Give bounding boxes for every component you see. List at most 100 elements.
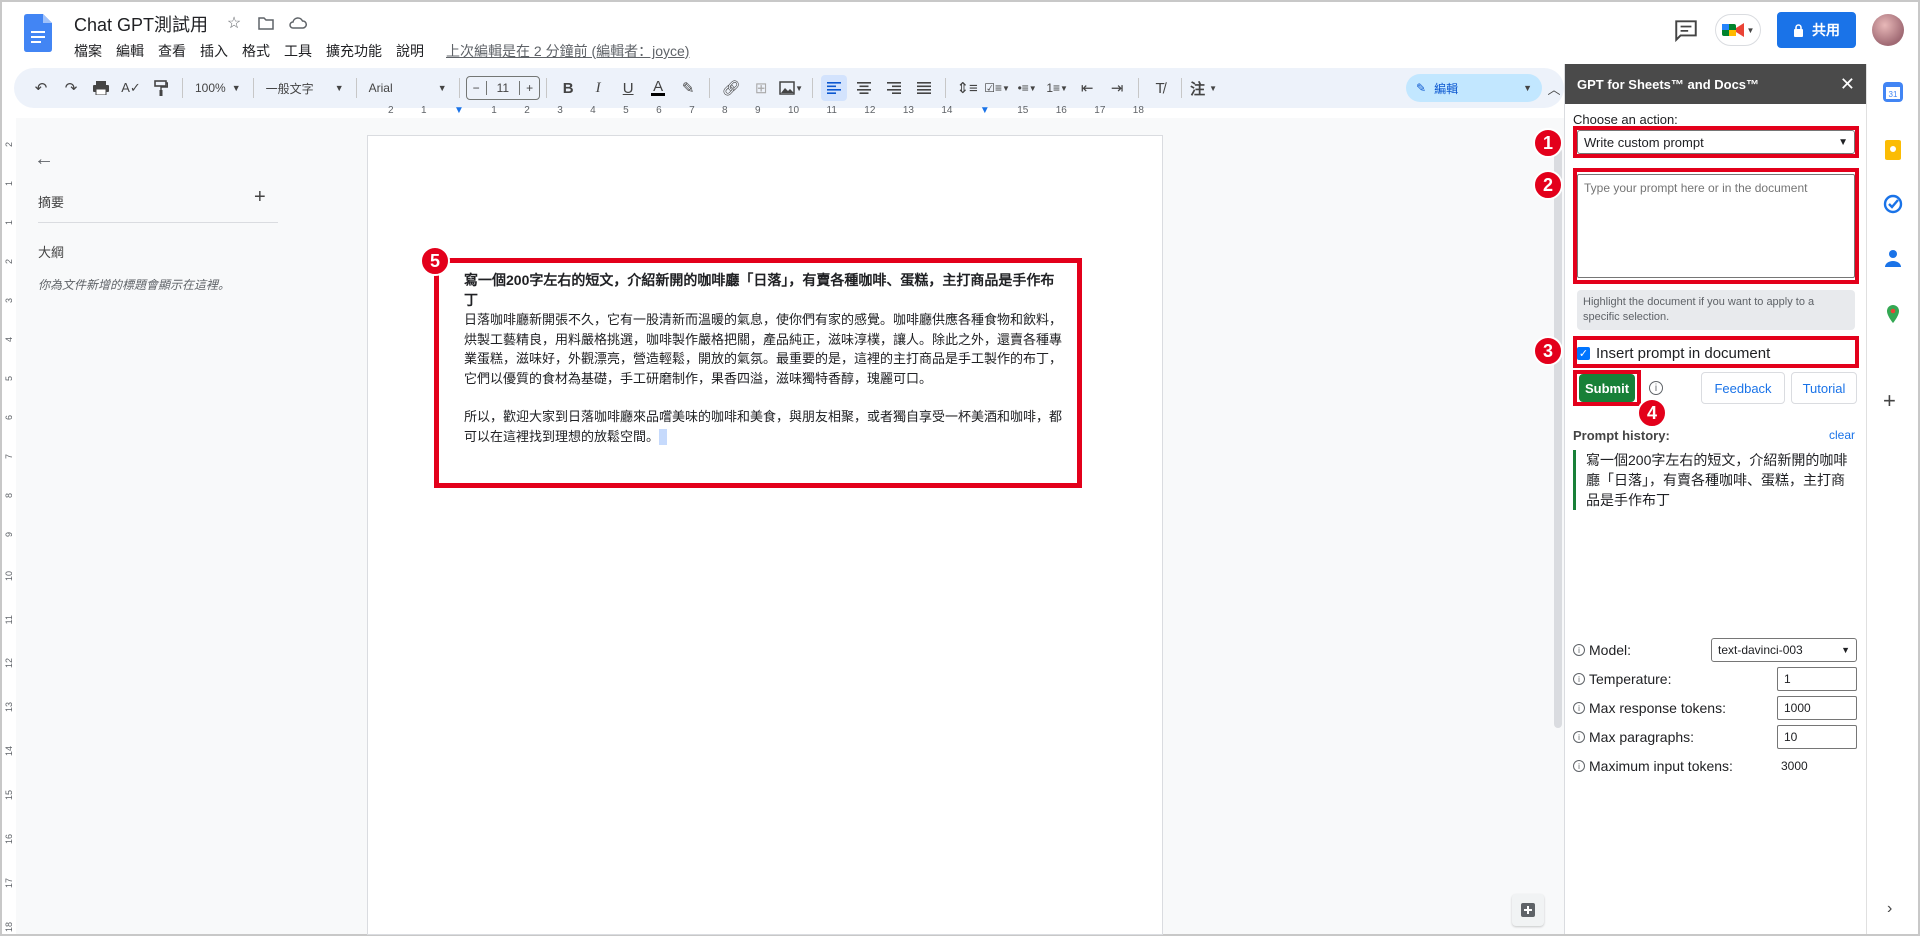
menu-extensions[interactable]: 擴充功能: [326, 41, 393, 61]
keep-icon[interactable]: [1883, 140, 1903, 160]
insert-link-icon[interactable]: 🔗︎: [718, 75, 744, 101]
feedback-button[interactable]: Feedback: [1701, 372, 1785, 404]
ruler-tick: 2: [4, 142, 14, 148]
menu-insert[interactable]: 插入: [200, 41, 239, 61]
ruler-tick: 4: [4, 336, 14, 342]
text-color-icon[interactable]: A: [645, 75, 671, 101]
font-select[interactable]: Arial ▼: [363, 81, 453, 95]
share-button[interactable]: 共用: [1777, 12, 1856, 48]
star-icon[interactable]: ☆: [224, 13, 244, 33]
prompt-history-item[interactable]: 寫一個200字左右的短文，介紹新開的咖啡廳「日落」，有賣各種咖啡、蛋糕，主打商品…: [1573, 450, 1857, 510]
menu-tools[interactable]: 工具: [284, 41, 323, 61]
info-icon[interactable]: i: [1573, 731, 1585, 743]
decrease-font-size-button[interactable]: −: [467, 81, 486, 95]
right-indent-marker-icon[interactable]: ▼: [980, 105, 990, 116]
divider: [945, 78, 947, 98]
spellcheck-icon[interactable]: A✓: [118, 75, 144, 101]
info-icon[interactable]: i: [1573, 673, 1585, 685]
info-icon[interactable]: i: [1573, 702, 1585, 714]
redo-icon[interactable]: ↷: [58, 75, 84, 101]
line-spacing-icon[interactable]: ⇕≡: [954, 75, 980, 101]
undo-icon[interactable]: ↶: [28, 75, 54, 101]
document-page[interactable]: 5 寫一個200字左右的短文，介紹新開的咖啡廳「日落」，有賣各種咖啡、蛋糕，主打…: [368, 136, 1162, 934]
meet-button[interactable]: ▼: [1715, 14, 1761, 46]
editing-mode-label: 編輯: [1434, 81, 1459, 96]
bulleted-list-icon[interactable]: •≡ ▼: [1014, 75, 1040, 101]
model-select[interactable]: text-davinci-003 ▼: [1711, 638, 1857, 662]
scrollbar[interactable]: [1554, 148, 1562, 728]
chevron-right-icon[interactable]: ›: [1887, 900, 1892, 918]
align-center-icon[interactable]: [851, 75, 877, 101]
editing-mode-select[interactable]: ✎ 編輯 ▼: [1406, 74, 1542, 102]
numbered-list-icon[interactable]: 1≡ ▼: [1044, 75, 1070, 101]
zhuyin-icon[interactable]: 注 ▼: [1190, 75, 1217, 101]
menu-format[interactable]: 格式: [242, 41, 281, 61]
menu-view[interactable]: 查看: [158, 41, 197, 61]
document-body[interactable]: 寫一個200字左右的短文，介紹新開的咖啡廳「日落」，有賣各種咖啡、蛋糕，主打商品…: [464, 271, 1066, 456]
collapse-toolbar-icon[interactable]: ︿: [1542, 76, 1566, 100]
max-paragraphs-label: Max paragraphs:: [1589, 729, 1695, 745]
info-icon[interactable]: i: [1573, 760, 1585, 772]
clear-formatting-icon[interactable]: T̸: [1147, 75, 1173, 101]
menu-edit[interactable]: 編輯: [116, 41, 155, 61]
document-title[interactable]: Chat GPT測試用: [74, 11, 208, 37]
menu-help[interactable]: 說明: [396, 41, 435, 61]
ruler-tick: 3: [557, 104, 563, 116]
info-icon[interactable]: i: [1649, 381, 1663, 395]
align-right-icon[interactable]: [881, 75, 907, 101]
checklist-icon[interactable]: ☑≡ ▼: [984, 75, 1010, 101]
summary-heading: 摘要: [38, 195, 65, 210]
add-addon-icon[interactable]: +: [1883, 388, 1896, 414]
indent-marker-icon[interactable]: ▼: [454, 105, 464, 116]
info-icon[interactable]: i: [1573, 644, 1585, 656]
add-comment-icon[interactable]: ⊞: [748, 75, 774, 101]
explore-button[interactable]: [1512, 894, 1544, 926]
tasks-icon[interactable]: [1883, 194, 1903, 214]
increase-font-size-button[interactable]: +: [520, 81, 539, 95]
font-size-input[interactable]: 11: [485, 81, 521, 95]
last-edit-link[interactable]: 上次編輯是在 2 分鐘前 (編輯者：joyce): [446, 41, 700, 61]
paragraph-style-select[interactable]: 一般文字 ▼: [260, 80, 350, 97]
temperature-input[interactable]: 1: [1777, 667, 1857, 691]
back-arrow-icon[interactable]: ←: [34, 148, 54, 171]
insert-prompt-option[interactable]: ✓ Insert prompt in document: [1577, 342, 1855, 364]
temperature-label: Temperature:: [1589, 671, 1672, 687]
decrease-indent-icon[interactable]: ⇤: [1074, 75, 1100, 101]
prompt-textarea[interactable]: Type your prompt here or in the document: [1577, 174, 1855, 278]
add-summary-icon[interactable]: +: [254, 186, 266, 209]
horizontal-ruler[interactable]: 2 1 ▼ 1 2 3 4 5 6 7 8 9 10 11 12 13 14 ▼…: [368, 104, 1164, 116]
annotation-badge-4: 4: [1637, 398, 1667, 428]
insert-prompt-checkbox[interactable]: ✓: [1577, 346, 1590, 360]
vertical-ruler[interactable]: 2 1 1 2 3 4 5 6 7 8 9 10 11 12 13 14 15 …: [2, 142, 16, 932]
align-left-icon[interactable]: [821, 75, 848, 101]
comment-history-icon[interactable]: [1673, 17, 1699, 43]
insert-image-icon[interactable]: ▼: [778, 75, 804, 101]
highlight-color-icon[interactable]: ✎: [675, 75, 701, 101]
avatar[interactable]: [1872, 14, 1904, 46]
cloud-status-icon[interactable]: [288, 13, 308, 33]
action-select[interactable]: Write custom prompt ▼: [1577, 130, 1855, 154]
action-select-value: Write custom prompt: [1584, 134, 1704, 150]
tutorial-button[interactable]: Tutorial: [1791, 372, 1857, 404]
submit-button[interactable]: Submit: [1579, 374, 1635, 402]
menu-file[interactable]: 檔案: [74, 41, 113, 61]
print-icon[interactable]: [88, 75, 114, 101]
paint-format-icon[interactable]: [148, 75, 174, 101]
maps-icon[interactable]: [1883, 304, 1903, 324]
zoom-select[interactable]: 100% ▼: [189, 81, 247, 95]
justify-icon[interactable]: [911, 75, 937, 101]
contacts-icon[interactable]: [1883, 248, 1903, 268]
increase-indent-icon[interactable]: ⇥: [1104, 75, 1130, 101]
docs-logo-icon[interactable]: [24, 14, 52, 52]
max-tokens-input[interactable]: 1000: [1777, 696, 1857, 720]
max-paragraphs-input[interactable]: 10: [1777, 725, 1857, 749]
bold-icon[interactable]: B: [555, 75, 581, 101]
italic-icon[interactable]: I: [585, 75, 611, 101]
menu-bar: 檔案 編輯 查看 插入 格式 工具 擴充功能 說明 上次編輯是在 2 分鐘前 (…: [74, 41, 703, 61]
calendar-icon[interactable]: 31: [1883, 82, 1903, 102]
ruler-tick: 16: [4, 833, 14, 844]
close-icon[interactable]: ✕: [1840, 74, 1855, 95]
move-folder-icon[interactable]: [256, 13, 276, 33]
underline-icon[interactable]: U: [615, 75, 641, 101]
clear-history-link[interactable]: clear: [1829, 428, 1855, 442]
